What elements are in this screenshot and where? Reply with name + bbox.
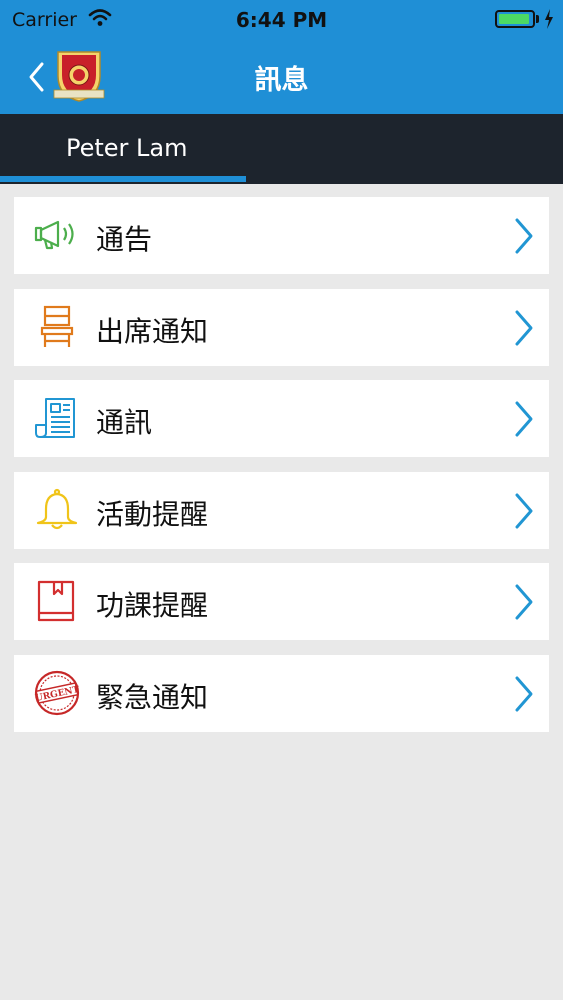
urgent-stamp-icon: URGENT <box>34 670 80 715</box>
bell-icon <box>36 488 78 529</box>
menu-item-urgent-notice[interactable]: URGENT 緊急通知 <box>14 654 549 732</box>
chevron-right-icon <box>515 310 533 345</box>
menu-item-attendance[interactable]: 出席通知 <box>14 288 549 366</box>
status-bar: Carrier 6:44 PM <box>0 0 563 40</box>
nav-bar: 訊息 <box>0 40 563 114</box>
book-icon <box>37 580 75 622</box>
page-title: 訊息 <box>254 65 309 96</box>
menu-item-label: 通訊 <box>96 406 153 439</box>
battery-fill <box>499 14 530 24</box>
clock: 6:44 PM <box>235 8 328 32</box>
message-menu-list: 通告 出席通知 通訊 活動提醒 功課提醒 URGENT 緊急通知 <box>14 197 549 746</box>
tab-indicator <box>0 176 246 182</box>
megaphone-icon <box>34 220 74 250</box>
charging-bolt-icon <box>545 9 553 29</box>
menu-item-label: 通告 <box>96 223 153 256</box>
chevron-right-icon <box>515 584 533 620</box>
chevron-right-icon <box>515 493 533 528</box>
tab-peter-lam[interactable]: Peter Lam <box>66 134 188 162</box>
battery-icon <box>495 10 535 28</box>
chevron-right-icon <box>515 218 533 254</box>
menu-item-homework-reminder[interactable]: 功課提醒 <box>14 563 549 640</box>
menu-item-label: 緊急通知 <box>96 680 209 714</box>
menu-item-notice[interactable]: 通告 <box>14 197 549 274</box>
menu-item-label: 出席通知 <box>96 314 209 348</box>
chevron-right-icon <box>515 401 533 437</box>
menu-item-label: 功課提醒 <box>96 589 209 622</box>
battery-tip <box>536 15 539 23</box>
profile-tab-bar: Peter Lam <box>0 114 563 184</box>
chair-icon <box>40 305 74 347</box>
menu-item-activity-reminder[interactable]: 活動提醒 <box>14 471 549 549</box>
menu-item-newsletter[interactable]: 通訊 <box>14 380 549 457</box>
chevron-right-icon <box>515 676 533 711</box>
newspaper-icon <box>35 398 75 438</box>
menu-item-label: 活動提醒 <box>96 497 209 531</box>
